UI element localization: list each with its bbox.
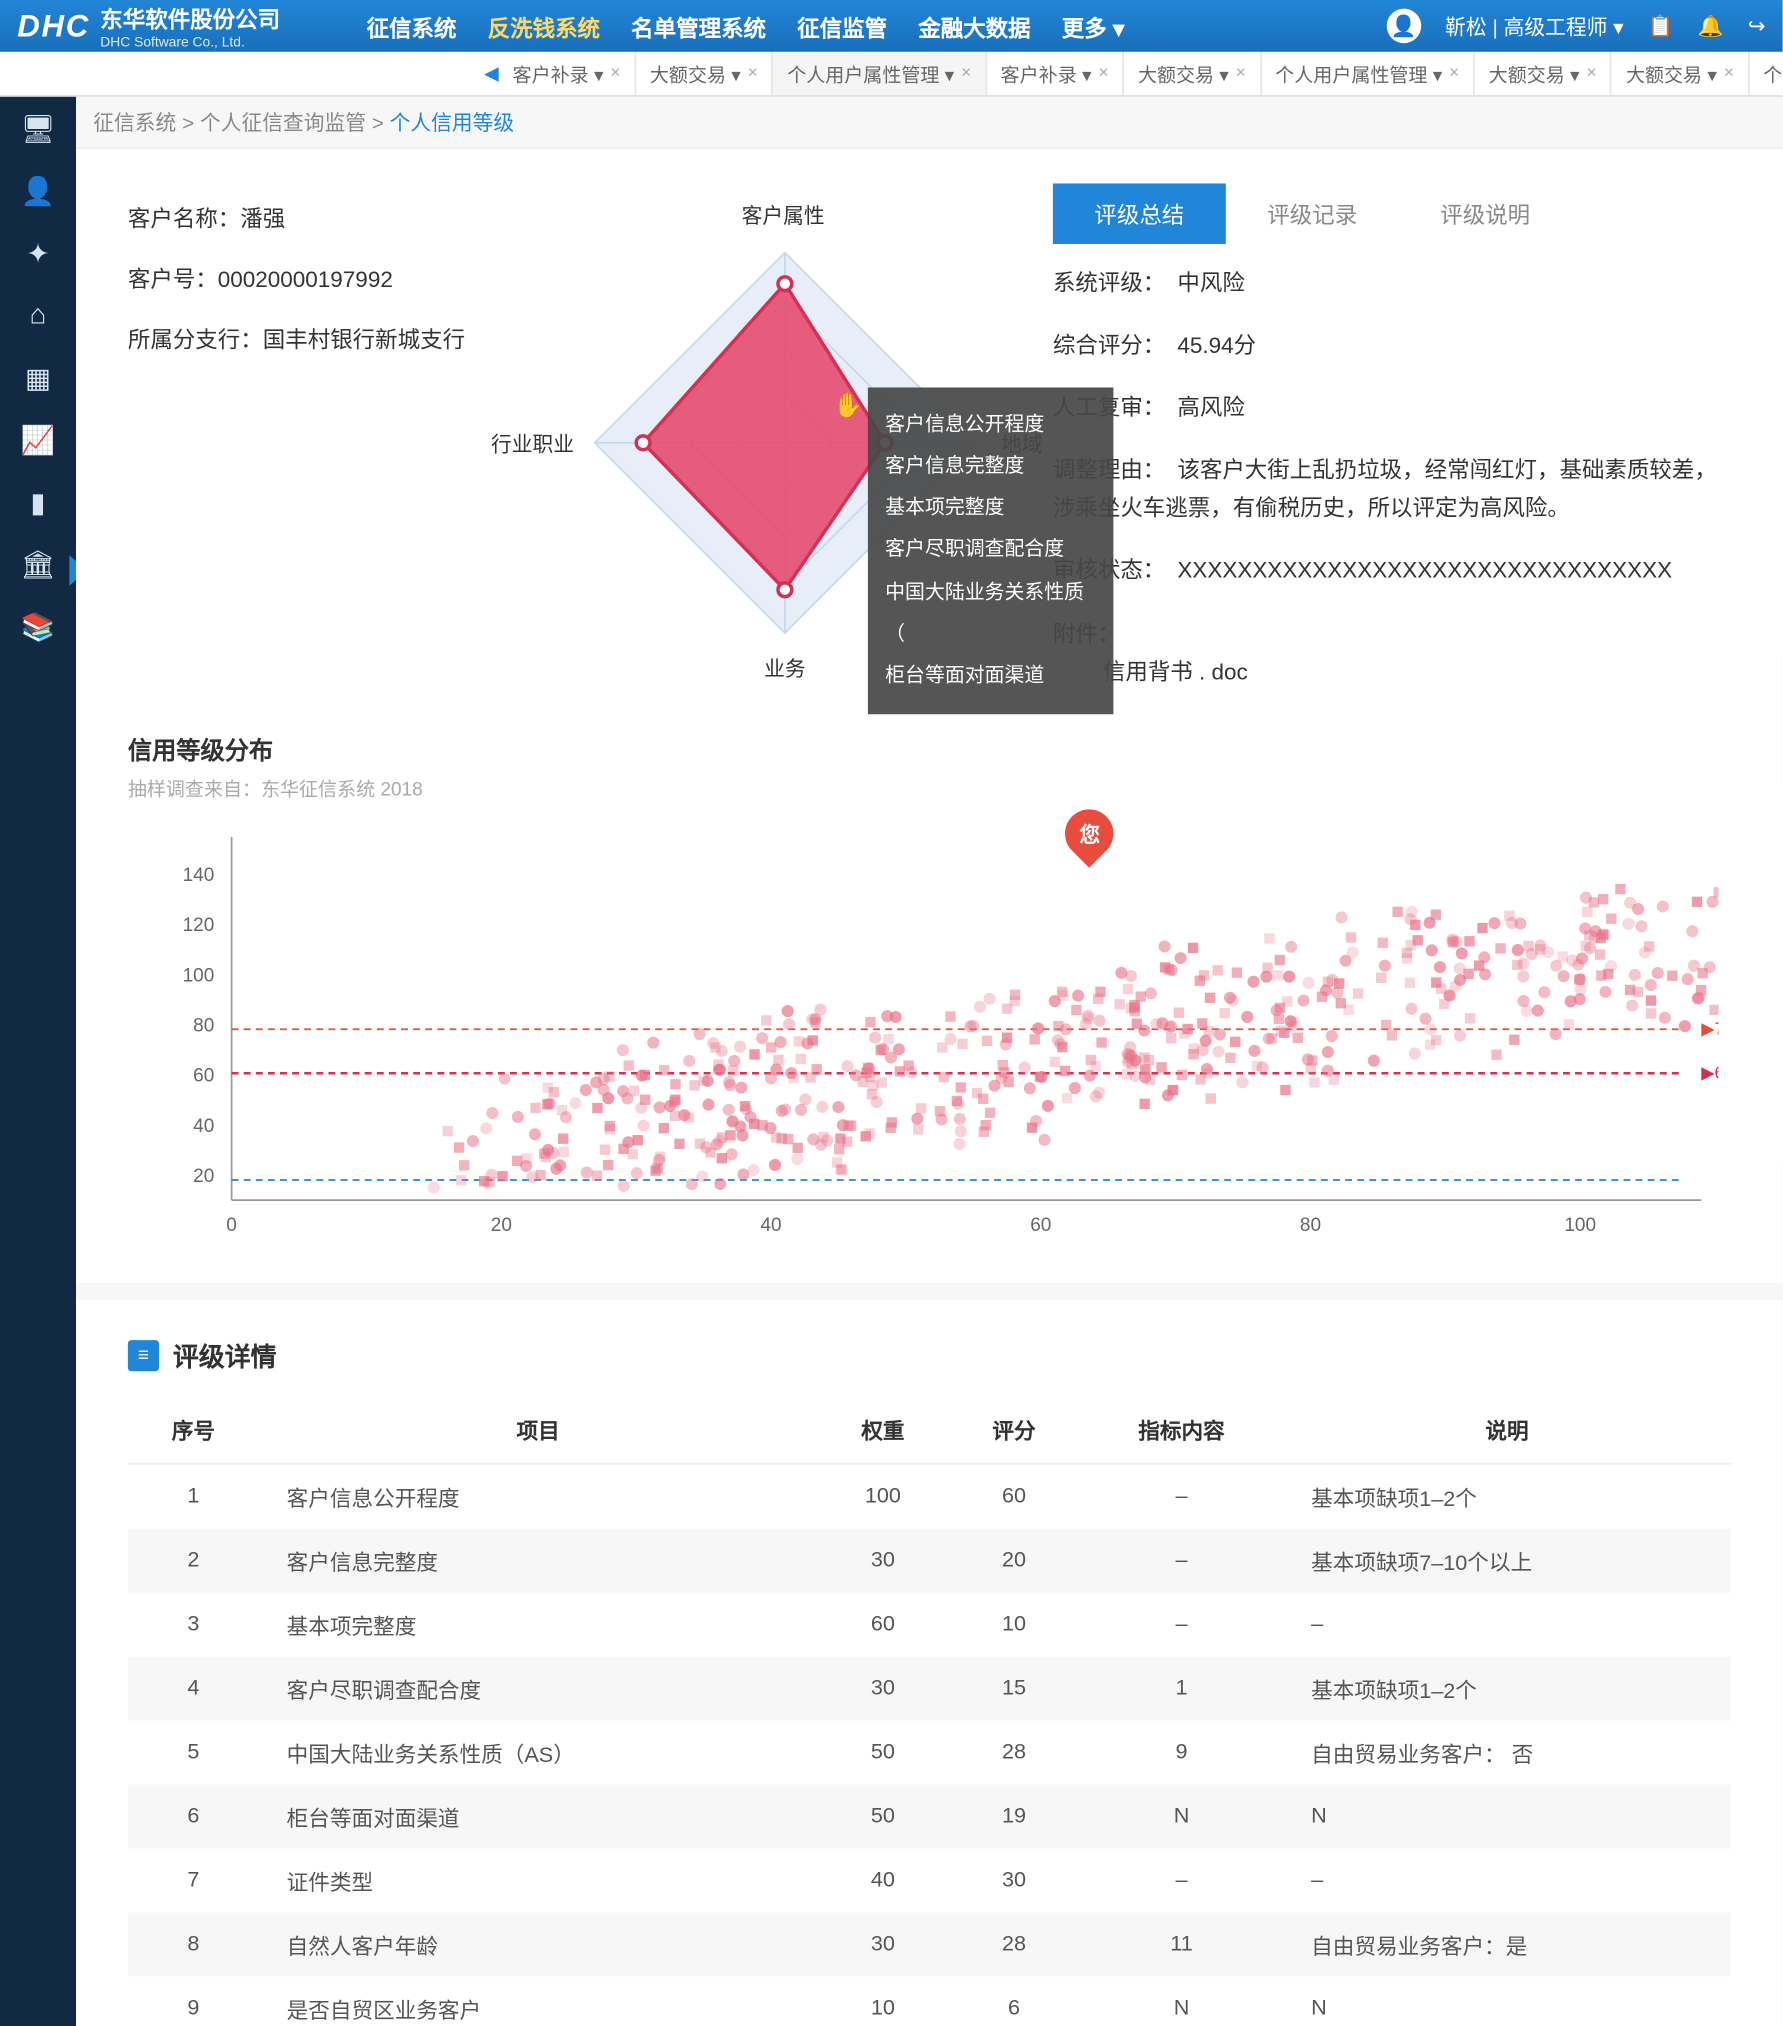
logo-text: DHC	[17, 8, 90, 44]
svg-text:20: 20	[193, 1165, 214, 1186]
svg-text:100: 100	[1564, 1215, 1596, 1236]
svg-text:140: 140	[183, 864, 215, 885]
nav-0[interactable]: 征信系统	[367, 10, 457, 43]
detail-title: 评级详情	[173, 1338, 277, 1374]
attachment-link[interactable]: 信用背书 . doc	[1103, 658, 1248, 684]
sidebar-grid-icon[interactable]: ▦	[22, 363, 53, 394]
sumtab-history[interactable]: 评级记录	[1226, 183, 1399, 244]
svg-text:▶60.6: ▶60.6	[1701, 1062, 1718, 1082]
detail-table: 序号项目权重评分指标内容说明1客户信息公开程度10060–基本项缺项1–2个2客…	[128, 1395, 1731, 2026]
avatar[interactable]: 👤	[1386, 9, 1421, 44]
svg-text:100: 100	[183, 965, 215, 986]
tab-4[interactable]: 大额交易 ▾ ×	[1124, 52, 1261, 96]
svg-text:20: 20	[491, 1215, 512, 1236]
sidebar-camera-icon[interactable]: ✦	[22, 239, 53, 270]
logo: DHC 东华软件股份公司DHC Software Co., Ltd.	[17, 2, 280, 50]
nav-4[interactable]: 金融大数据	[918, 10, 1030, 43]
tab-2[interactable]: 个人用户属性管理 ▾ ×	[773, 52, 986, 96]
svg-text:▶78.14: ▶78.14	[1701, 1018, 1718, 1038]
cursor-icon: ✋	[833, 391, 863, 420]
tab-6[interactable]: 大额交易 ▾ ×	[1475, 52, 1612, 96]
sumtab-desc[interactable]: 评级说明	[1399, 183, 1572, 244]
nav-2[interactable]: 名单管理系统	[631, 10, 766, 43]
tab-3[interactable]: 客户补录 ▾ ×	[987, 52, 1124, 96]
sidebar-monitor-icon[interactable]: 🖥	[22, 114, 53, 145]
tab-0[interactable]: 客户补录 ▾ ×	[499, 52, 636, 96]
you-marker: 您	[1065, 809, 1113, 857]
tab-1[interactable]: 大额交易 ▾ ×	[636, 52, 773, 96]
nav-3[interactable]: 征信监管	[797, 10, 887, 43]
bell-icon[interactable]: 🔔	[1698, 14, 1724, 38]
scatter-title: 信用等级分布	[128, 733, 1731, 768]
svg-text:60: 60	[193, 1065, 214, 1086]
sidebar-book-icon[interactable]: ▮	[22, 488, 53, 519]
sumtab-summary[interactable]: 评级总结	[1053, 183, 1226, 244]
tab-5[interactable]: 个人用户属性管理 ▾ ×	[1261, 52, 1474, 96]
tabs-scroll-left[interactable]: ◀	[484, 62, 499, 84]
scatter-chart: 20 40 60 80 100 120 140 0 20 40 60 80 100 ▶78.14 ▶60.6…	[128, 819, 1731, 1269]
svg-text:80: 80	[193, 1015, 214, 1036]
svg-text:60: 60	[1030, 1215, 1051, 1236]
svg-text:120: 120	[183, 915, 215, 936]
clipboard-icon[interactable]: 📋	[1648, 14, 1674, 38]
breadcrumb: 征信系统 > 个人征信查询监管 > 个人信用等级	[76, 97, 1783, 149]
svg-text:0: 0	[226, 1215, 237, 1236]
sidebar-building-icon[interactable]: 🏛	[22, 550, 53, 581]
tab-7[interactable]: 大额交易 ▾ ×	[1612, 52, 1749, 96]
logout-icon[interactable]: ↪	[1748, 14, 1765, 38]
sidebar-chart-icon[interactable]: 📈	[22, 425, 53, 456]
scatter-subtitle: 抽样调查来自：东华征信系统 2018	[128, 774, 1731, 802]
sidebar-books-icon[interactable]: 📚	[22, 612, 53, 643]
svg-text:40: 40	[761, 1215, 782, 1236]
radar-tooltip: 客户信息公开程度客户信息完整度基本项完整度客户尽职调查配合度中国大陆业务关系性质…	[868, 387, 1114, 714]
user-name[interactable]: 靳松 | 高级工程师 ▾	[1445, 11, 1623, 40]
nav-1[interactable]: 反洗钱系统	[488, 10, 600, 43]
svg-text:80: 80	[1300, 1215, 1321, 1236]
summary-body: 系统评级：中风险 综合评分：45.94分 人工复审：高风险 调整理由：该客户大街…	[1053, 265, 1731, 692]
doc-icon: ≡	[128, 1340, 159, 1371]
sidebar-home-icon[interactable]: ⌂	[22, 301, 53, 332]
sidebar-user-icon[interactable]: 👤	[22, 176, 53, 207]
customer-info: 客户名称：潘强 客户号：00020000197992 所属分支行：国丰村银行新城…	[128, 183, 517, 715]
nav-5[interactable]: 更多 ▾	[1062, 10, 1124, 43]
svg-text:40: 40	[193, 1115, 214, 1136]
tab-8[interactable]: 个	[1749, 52, 1782, 96]
